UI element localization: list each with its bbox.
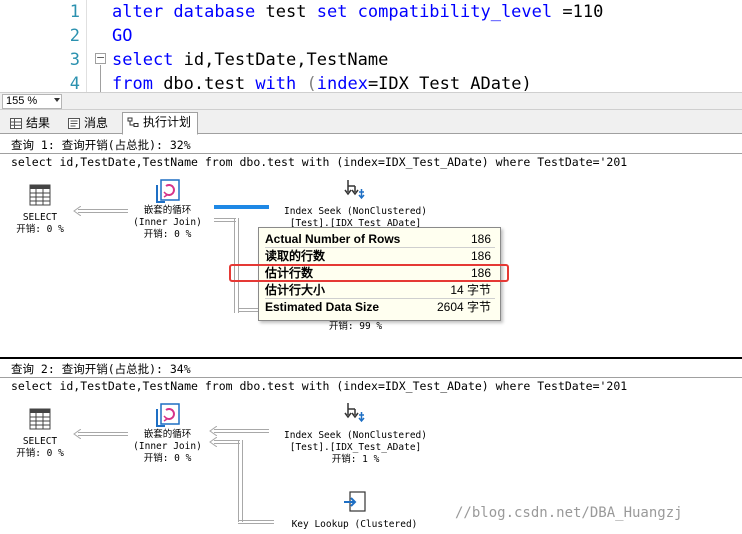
keyword: GO — [112, 26, 133, 46]
keyword: alter database — [112, 2, 256, 22]
arrow-head-icon — [73, 429, 81, 439]
zoom-select[interactable]: 155 % — [2, 94, 62, 109]
flow-arrow — [238, 520, 274, 524]
zoom-bar: 155 % — [0, 92, 742, 110]
flow-arrow — [238, 308, 258, 312]
nested-loops-label: 嵌套的循环 (Inner Join) 开销: 0 % — [133, 429, 202, 464]
tab-messages[interactable]: 消息 — [64, 114, 114, 134]
flow-arrow — [214, 218, 236, 222]
query1-sql: select id,TestDate,TestName from dbo.tes… — [11, 155, 628, 169]
nested-loops-label: 嵌套的循环 (Inner Join) 开销: 0 % — [133, 205, 202, 240]
grid-icon — [10, 118, 22, 129]
select-node-label: SELECT 开销: 0 % — [16, 436, 64, 459]
code-line-4: from dbo.test with (index=IDX_Test_ADate… — [112, 74, 532, 92]
identifier: id,TestDate,TestName — [173, 50, 389, 70]
query2-header: 查询 2: 查询开销(占总批): 34% — [11, 362, 191, 376]
identifier: test — [255, 2, 317, 22]
arrow-head-icon — [73, 206, 81, 216]
nested-loops-icon[interactable] — [155, 403, 181, 429]
chevron-down-icon[interactable] — [54, 98, 60, 102]
query-separator — [0, 357, 742, 359]
index-seek-label: Index Seek (NonClustered) [Test].[IDX_Tes… — [284, 430, 427, 465]
nested-loops-icon[interactable] — [155, 179, 181, 205]
tab-label: 结果 — [26, 116, 51, 130]
gutter-divider — [86, 0, 87, 92]
line-number: 4 — [69, 74, 80, 92]
separator — [0, 377, 742, 378]
tab-label: 消息 — [84, 116, 109, 130]
tab-execution-plan[interactable]: 执行计划 — [122, 112, 199, 135]
punctuation: ( — [296, 74, 317, 92]
arrow-head-icon — [209, 426, 217, 436]
message-icon — [68, 118, 80, 129]
code-line-3: select id,TestDate,TestName — [112, 50, 388, 70]
results-tab-bar: 结果 消息 执行计划 — [0, 110, 742, 135]
arrow-head-icon — [209, 437, 217, 447]
keyword: set compatibility_level — [316, 2, 553, 22]
line-number: 2 — [69, 26, 80, 46]
key-lookup-label: Key Lookup (Clustered) — [291, 519, 418, 530]
tooltip-row: Actual Number of Rows 186 — [265, 231, 495, 248]
keyword: select — [112, 50, 174, 70]
flow-arrow-vertical — [238, 440, 243, 522]
collapse-toggle-icon[interactable]: − — [95, 52, 106, 64]
code-line-2: GO — [112, 26, 132, 46]
execution-plan-pane: 查询 1: 查询开销(占总批): 32% select id,TestDate,… — [0, 135, 742, 534]
zoom-value: 155 % — [6, 95, 38, 107]
identifier: =IDX_Test_ADate) — [367, 74, 532, 92]
select-node-label: SELECT 开销: 0 % — [16, 212, 64, 235]
identifier: dbo.test — [152, 74, 256, 92]
tooltip-row: 读取的行数 186 — [265, 248, 495, 265]
key-lookup-cost: 开销: 99 % — [328, 321, 383, 332]
line-number: 3 — [69, 50, 80, 70]
keyword: index — [316, 74, 368, 92]
tooltip-row: 估计行大小 14 字节 — [265, 282, 495, 299]
highlight-box — [229, 264, 509, 282]
key-lookup-icon[interactable] — [343, 491, 367, 513]
query1-header: 查询 1: 查询开销(占总批): 32% — [11, 138, 191, 152]
outline-line — [100, 65, 101, 92]
sql-editor[interactable]: 1 2 3 4 − alter database test set compat… — [0, 0, 742, 92]
keyword: with — [255, 74, 297, 92]
index-seek-icon[interactable] — [344, 178, 366, 202]
tab-results[interactable]: 结果 — [6, 114, 56, 134]
select-node-icon[interactable] — [29, 408, 51, 430]
select-node-icon[interactable] — [29, 184, 51, 206]
tooltip-row: Estimated Data Size 2604 字节 — [265, 300, 491, 314]
keyword: from — [112, 74, 153, 92]
plan-icon — [127, 117, 139, 127]
line-number: 1 — [69, 2, 80, 22]
watermark: //blog.csdn.net/DBA_Huangzj — [455, 505, 683, 521]
separator — [0, 153, 742, 154]
query2-sql: select id,TestDate,TestName from dbo.tes… — [11, 379, 628, 393]
tab-label: 执行计划 — [143, 115, 192, 129]
code-line-1: alter database test set compatibility_le… — [112, 2, 603, 22]
literal: =110 — [552, 2, 604, 22]
index-seek-icon[interactable] — [344, 401, 366, 425]
flow-arrow — [214, 440, 240, 444]
